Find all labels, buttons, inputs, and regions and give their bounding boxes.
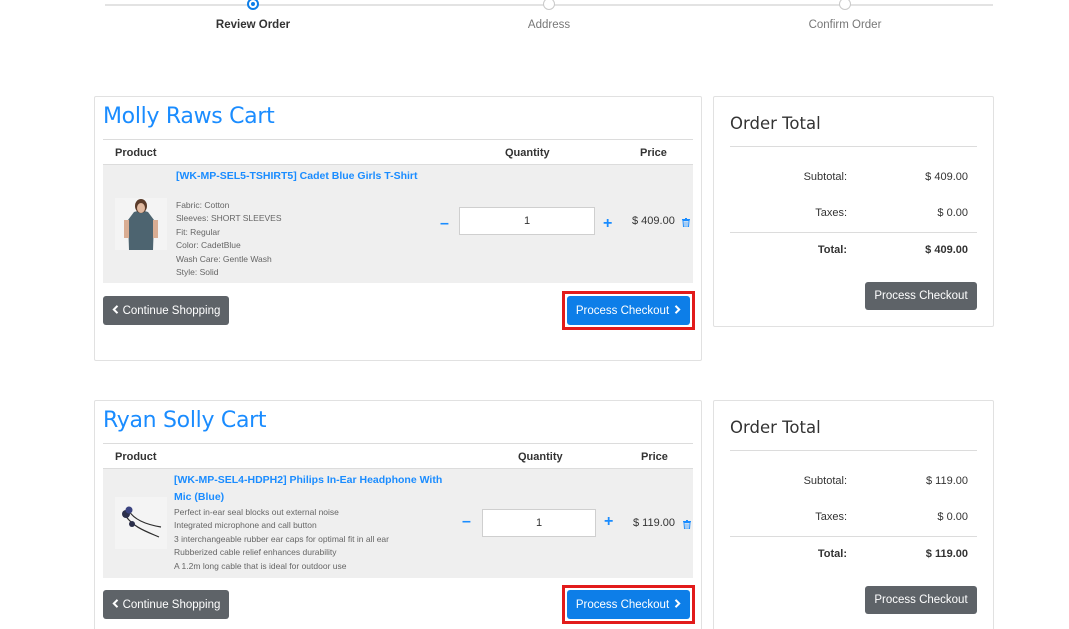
- continue-shopping-button[interactable]: Continue Shopping: [103, 296, 229, 325]
- detail-line: Fit: Regular: [176, 226, 220, 237]
- cart-item-row: [WK-MP-SEL4-HDPH2] Philips In-Ear Headph…: [103, 469, 693, 578]
- chevron-left-icon: [111, 304, 119, 317]
- divider: [730, 450, 977, 451]
- trash-icon[interactable]: [683, 520, 691, 529]
- column-header-quantity: Quantity: [505, 147, 550, 159]
- step-label: Confirm Order: [808, 19, 882, 31]
- product-details: Fabric: Cotton Sleeves: SHORT SLEEVES Fi…: [176, 199, 282, 279]
- checkout-highlight-frame: Process Checkout: [562, 585, 695, 624]
- decrease-quantity-button[interactable]: –: [462, 514, 471, 530]
- order-total-panel-molly: Order Total Subtotal: $ 409.00 Taxes: $ …: [713, 96, 994, 327]
- process-checkout-label: Process Checkout: [575, 304, 670, 317]
- order-total-checkout-button[interactable]: Process Checkout: [865, 586, 977, 614]
- step-label: Review Order: [215, 19, 291, 31]
- column-header-price: Price: [640, 147, 667, 159]
- chevron-right-icon: [674, 304, 681, 317]
- column-header-product: Product: [115, 147, 157, 159]
- total-value: $ 119.00: [925, 548, 968, 560]
- column-header-price: Price: [641, 451, 668, 463]
- subtotal-label: Subtotal:: [803, 171, 847, 183]
- item-price: $ 119.00: [633, 517, 676, 529]
- step-dot: [247, 0, 259, 10]
- product-image-tshirt[interactable]: [115, 198, 167, 250]
- decrease-quantity-button[interactable]: –: [440, 216, 449, 232]
- cart-item-row: [WK-MP-SEL5-TSHIRT5] Cadet Blue Girls T-…: [103, 165, 693, 283]
- cart-title: Ryan Solly Cart: [103, 408, 267, 433]
- detail-line: Style: Solid: [176, 267, 219, 278]
- total-value: $ 409.00: [925, 244, 968, 256]
- subtotal-value: $ 119.00: [925, 475, 968, 487]
- detail-line: Rubberized cable relief enhances durabil…: [174, 547, 337, 558]
- step-dot: [543, 0, 555, 10]
- checkout-progress: Review Order Address Confirm Order: [105, 0, 993, 40]
- chevron-left-icon: [111, 598, 119, 611]
- detail-line: Perfect in-ear seal blocks out external …: [174, 507, 339, 517]
- taxes-value: $ 0.00: [937, 207, 968, 219]
- total-label: Total:: [817, 244, 847, 256]
- product-details: Perfect in-ear seal blocks out external …: [174, 506, 389, 573]
- step-dot: [839, 0, 851, 10]
- item-price: $ 409.00: [632, 215, 675, 227]
- order-total-title: Order Total: [730, 418, 821, 437]
- cart-title: Molly Raws Cart: [103, 104, 275, 129]
- detail-line: Color: CadetBlue: [176, 240, 241, 251]
- cart-table-header: Product Quantity Price: [103, 443, 693, 469]
- step-label: Address: [527, 19, 571, 31]
- quantity-input[interactable]: [482, 509, 596, 537]
- column-header-product: Product: [115, 451, 157, 463]
- order-total-title: Order Total: [730, 114, 821, 133]
- divider: [730, 536, 977, 537]
- detail-line: Wash Care: Gentle Wash: [176, 253, 272, 264]
- detail-line: Sleeves: SHORT SLEEVES: [176, 213, 282, 224]
- process-checkout-button[interactable]: Process Checkout: [567, 296, 690, 325]
- product-image-headphones[interactable]: [115, 497, 167, 549]
- subtotal-label: Subtotal:: [803, 475, 847, 487]
- subtotal-value: $ 409.00: [925, 171, 968, 183]
- divider: [730, 146, 977, 147]
- product-name-link[interactable]: [WK-MP-SEL4-HDPH2] Philips In-Ear Headph…: [174, 472, 442, 506]
- taxes-value: $ 0.00: [937, 511, 968, 523]
- detail-line: A 1.2m long cable that is ideal for outd…: [174, 560, 347, 571]
- continue-shopping-label: Continue Shopping: [122, 304, 221, 317]
- checkout-highlight-frame: Process Checkout: [562, 291, 695, 330]
- product-name-link[interactable]: [WK-MP-SEL5-TSHIRT5] Cadet Blue Girls T-…: [176, 168, 418, 185]
- process-checkout-label: Process Checkout: [575, 598, 670, 611]
- order-total-checkout-button[interactable]: Process Checkout: [865, 282, 977, 310]
- detail-line: Integrated microphone and call button: [174, 520, 317, 531]
- trash-icon[interactable]: [682, 218, 690, 227]
- taxes-label: Taxes:: [815, 511, 847, 523]
- process-checkout-button[interactable]: Process Checkout: [567, 590, 690, 619]
- continue-shopping-label: Continue Shopping: [122, 598, 221, 611]
- cart-table-header: Product Quantity Price: [103, 139, 693, 165]
- detail-line: 3 interchangeable rubber ear caps for op…: [174, 533, 389, 544]
- order-total-panel-ryan: Order Total Subtotal: $ 119.00 Taxes: $ …: [713, 400, 994, 629]
- chevron-right-icon: [674, 598, 681, 611]
- divider: [730, 232, 977, 233]
- taxes-label: Taxes:: [815, 207, 847, 219]
- cart-panel-molly: Molly Raws Cart Product Quantity Price […: [94, 96, 702, 361]
- cart-panel-ryan: Ryan Solly Cart Product Quantity Price […: [94, 400, 702, 629]
- product-name-line: Mic (Blue): [174, 491, 225, 503]
- increase-quantity-button[interactable]: +: [603, 216, 612, 232]
- increase-quantity-button[interactable]: +: [604, 514, 613, 530]
- total-label: Total:: [817, 548, 847, 560]
- product-name-line: [WK-MP-SEL4-HDPH2] Philips In-Ear Headph…: [174, 474, 443, 486]
- detail-line: Fabric: Cotton: [176, 200, 230, 210]
- continue-shopping-button[interactable]: Continue Shopping: [103, 590, 229, 619]
- quantity-input[interactable]: [459, 207, 595, 235]
- column-header-quantity: Quantity: [518, 451, 563, 463]
